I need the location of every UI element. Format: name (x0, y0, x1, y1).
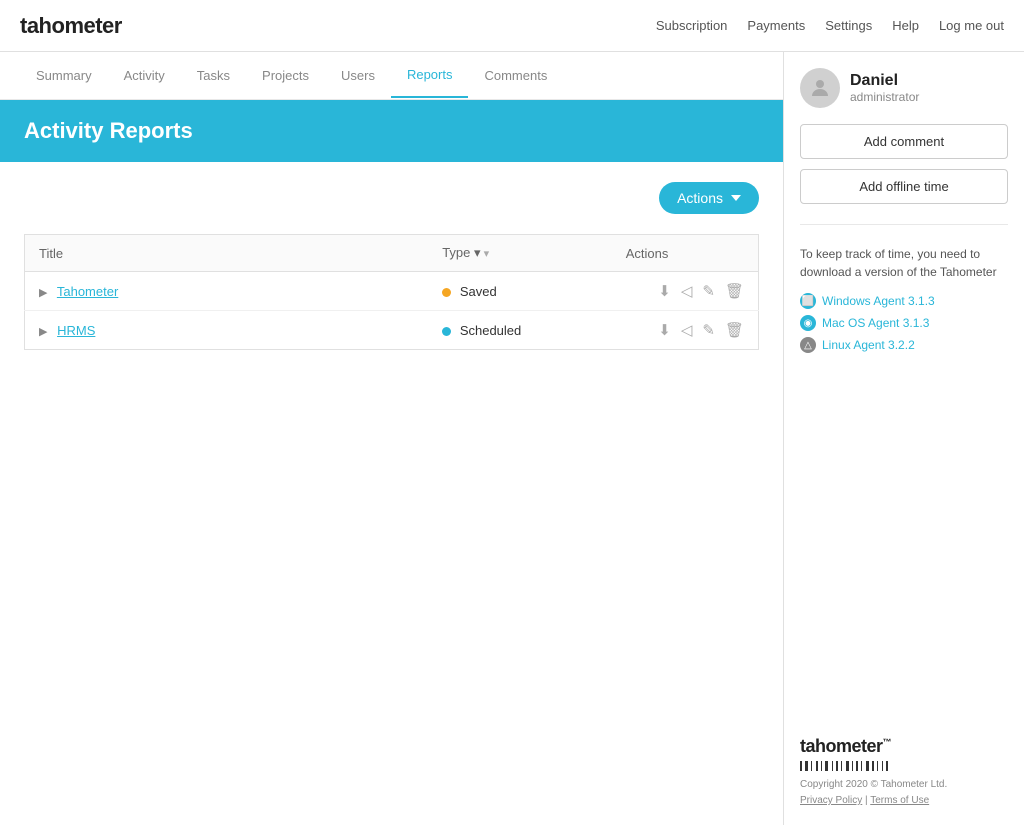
tab-summary[interactable]: Summary (20, 54, 108, 97)
top-nav-links: Subscription Payments Settings Help Log … (656, 18, 1004, 33)
sidebar: Daniel administrator Add comment Add off… (784, 52, 1024, 825)
content-area: Summary Activity Tasks Projects Users Re… (0, 52, 784, 825)
macos-agent-link[interactable]: ◉ Mac OS Agent 3.1.3 (800, 315, 1008, 331)
table-row: ▶ HRMS Scheduled ⬇ ◁ ✎ 🗑 (25, 311, 759, 350)
delete-icon[interactable]: 🗑 (725, 321, 744, 339)
page-header: Activity Reports (0, 100, 783, 162)
row-2-type-cell: Scheduled (428, 311, 612, 350)
page-title: Activity Reports (24, 118, 759, 144)
scheduled-dot-icon (442, 327, 451, 336)
send-icon[interactable]: ◁ (681, 282, 693, 300)
col-header-type[interactable]: Type ▾ (428, 235, 612, 272)
row-1-title-cell: ▶ Tahometer (25, 272, 429, 311)
settings-link[interactable]: Settings (825, 18, 872, 33)
expand-icon[interactable]: ▶ (39, 326, 47, 338)
tab-activity[interactable]: Activity (108, 54, 181, 97)
help-link[interactable]: Help (892, 18, 919, 33)
expand-icon[interactable]: ▶ (39, 287, 47, 299)
table-header-row: Title Type ▾ Actions (25, 235, 759, 272)
actions-button[interactable]: Actions (659, 182, 759, 214)
tab-comments[interactable]: Comments (468, 54, 563, 97)
user-role: administrator (850, 90, 919, 104)
report-link-hrms[interactable]: HRMS (57, 323, 95, 338)
chevron-down-icon (731, 195, 741, 201)
tab-projects[interactable]: Projects (246, 54, 325, 97)
barcode (800, 761, 1008, 771)
col-header-title: Title (25, 235, 429, 272)
row-1-type: Saved (460, 284, 497, 299)
tab-users[interactable]: Users (325, 54, 391, 97)
linux-agent-link[interactable]: △ Linux Agent 3.2.2 (800, 337, 1008, 353)
logout-link[interactable]: Log me out (939, 18, 1004, 33)
row-2-actions-cell: ⬇ ◁ ✎ 🗑 (612, 311, 759, 350)
download-icon[interactable]: ⬇ (658, 282, 671, 300)
row-1-actions-cell: ⬇ ◁ ✎ 🗑 (612, 272, 759, 311)
terms-of-use-link[interactable]: Terms of Use (870, 795, 929, 806)
add-offline-time-button[interactable]: Add offline time (800, 169, 1008, 204)
tab-reports[interactable]: Reports (391, 53, 469, 98)
top-nav: tahometer Subscription Payments Settings… (0, 0, 1024, 52)
edit-icon[interactable]: ✎ (702, 321, 715, 339)
tab-tasks[interactable]: Tasks (181, 54, 246, 97)
actions-btn-row: Actions (24, 182, 759, 214)
row-2-title-cell: ▶ HRMS (25, 311, 429, 350)
col-header-actions: Actions (612, 235, 759, 272)
action-icons: ⬇ ◁ ✎ 🗑 (626, 321, 744, 339)
windows-agent-link[interactable]: ⬜ Windows Agent 3.1.3 (800, 293, 1008, 309)
saved-dot-icon (442, 288, 451, 297)
row-1-type-cell: Saved (428, 272, 612, 311)
add-comment-button[interactable]: Add comment (800, 124, 1008, 159)
reports-table: Title Type ▾ Actions ▶ Tahometer (24, 234, 759, 350)
sidebar-info-text: To keep track of time, you need to downl… (800, 245, 1008, 281)
send-icon[interactable]: ◁ (681, 321, 693, 339)
windows-icon: ⬜ (800, 293, 816, 309)
footer-copyright: Copyright 2020 © Tahometer Ltd. Privacy … (800, 777, 1008, 809)
app-logo: tahometer (20, 13, 122, 39)
content-body: Actions Title Type ▾ Actions (0, 162, 783, 370)
linux-icon: △ (800, 337, 816, 353)
subscription-link[interactable]: Subscription (656, 18, 728, 33)
report-link-tahometer[interactable]: Tahometer (57, 284, 118, 299)
main-layout: Summary Activity Tasks Projects Users Re… (0, 52, 1024, 825)
row-2-type: Scheduled (460, 323, 521, 338)
footer-logo: tahometer™ (800, 736, 1008, 757)
avatar (800, 68, 840, 108)
download-links: ⬜ Windows Agent 3.1.3 ◉ Mac OS Agent 3.1… (800, 293, 1008, 353)
user-info: Daniel administrator (800, 68, 1008, 108)
payments-link[interactable]: Payments (747, 18, 805, 33)
action-icons: ⬇ ◁ ✎ 🗑 (626, 282, 744, 300)
download-icon[interactable]: ⬇ (658, 321, 671, 339)
macos-icon: ◉ (800, 315, 816, 331)
privacy-policy-link[interactable]: Privacy Policy (800, 795, 862, 806)
secondary-nav: Summary Activity Tasks Projects Users Re… (0, 52, 783, 100)
edit-icon[interactable]: ✎ (702, 282, 715, 300)
table-row: ▶ Tahometer Saved ⬇ ◁ ✎ 🗑 (25, 272, 759, 311)
user-name: Daniel (850, 72, 919, 90)
delete-icon[interactable]: 🗑 (725, 282, 744, 300)
divider (800, 224, 1008, 225)
user-details: Daniel administrator (850, 72, 919, 104)
sidebar-footer: tahometer™ (800, 736, 1008, 809)
